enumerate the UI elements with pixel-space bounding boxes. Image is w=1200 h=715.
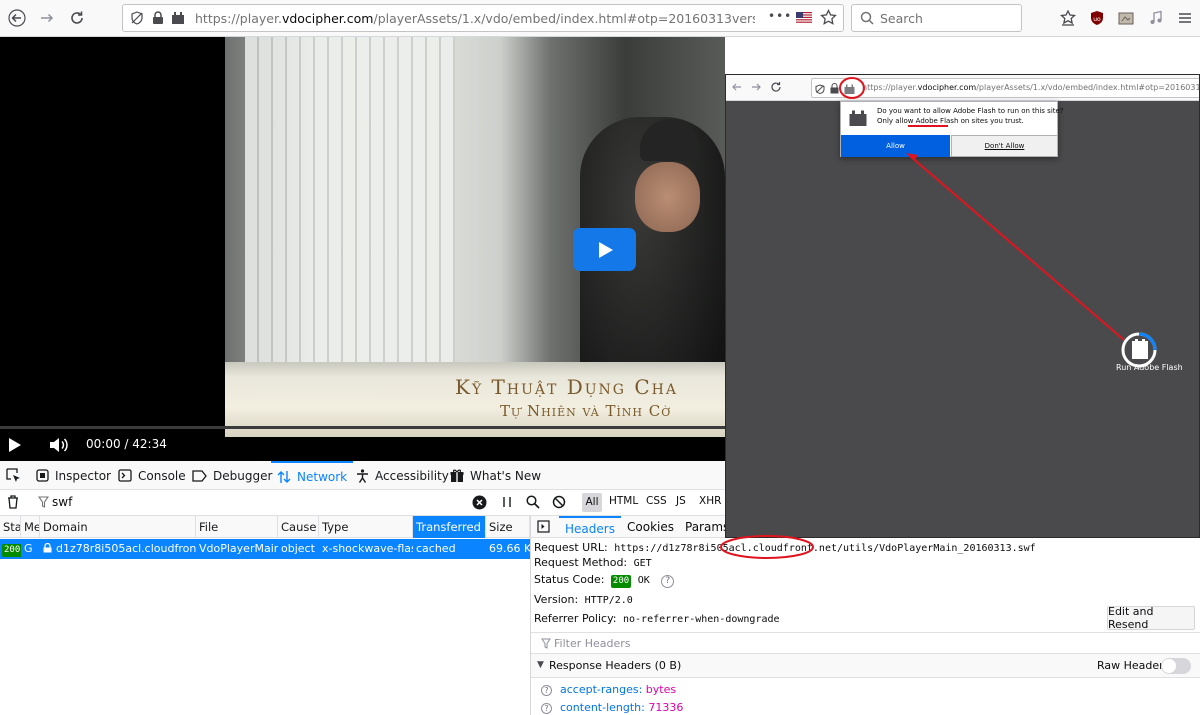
- allow-arrow-annotation: [909, 155, 1125, 341]
- allow-arrow-head: [906, 153, 918, 161]
- annotation-layer: [720, 77, 1125, 559]
- cloudfront-annotation-ellipse: [720, 535, 814, 559]
- plugin-icon-annotation-circle: [839, 77, 865, 99]
